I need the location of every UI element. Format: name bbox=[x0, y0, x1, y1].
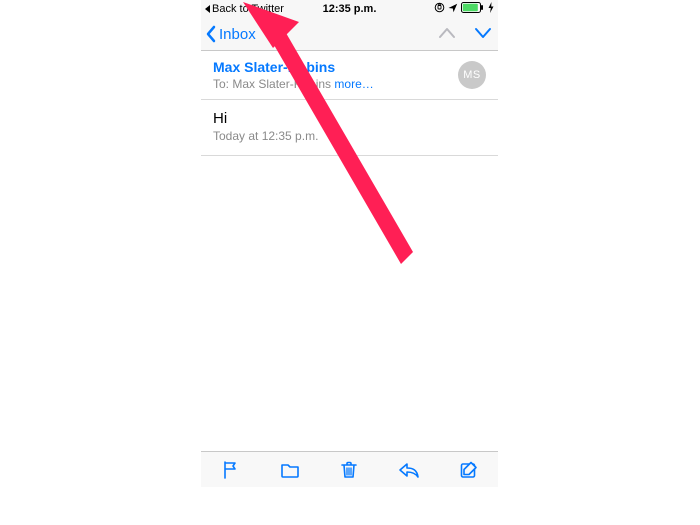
status-time: 12:35 p.m. bbox=[323, 3, 377, 15]
charging-icon bbox=[488, 2, 494, 13]
location-icon bbox=[448, 3, 458, 13]
avatar-initials: MS bbox=[463, 69, 481, 81]
subject-line: Hi bbox=[213, 110, 486, 127]
chevron-left-icon bbox=[205, 25, 217, 43]
phone-screen: Back to Twitter 12:35 p.m. bbox=[201, 0, 498, 525]
email-date: Today at 12:35 p.m. bbox=[213, 129, 486, 143]
back-to-app-label: Back to Twitter bbox=[212, 3, 284, 15]
to-recipient: Max Slater-Robins bbox=[232, 77, 331, 91]
rotation-lock-icon bbox=[434, 2, 445, 13]
battery-icon bbox=[461, 2, 485, 13]
back-button[interactable]: Inbox bbox=[205, 25, 256, 43]
to-label: To: bbox=[213, 77, 229, 91]
nav-bar: Inbox bbox=[201, 20, 498, 51]
compose-button[interactable] bbox=[459, 460, 479, 480]
reply-button[interactable] bbox=[398, 460, 420, 480]
status-icons bbox=[434, 2, 494, 13]
back-to-app-button[interactable]: Back to Twitter bbox=[205, 3, 284, 15]
back-caret-icon bbox=[205, 5, 210, 13]
bottom-toolbar bbox=[201, 451, 498, 487]
to-line: To: Max Slater-Robins more… bbox=[213, 77, 486, 91]
more-recipients-button[interactable]: more… bbox=[334, 77, 373, 91]
previous-message-button[interactable] bbox=[438, 26, 456, 40]
back-label: Inbox bbox=[219, 26, 256, 43]
status-bar: Back to Twitter 12:35 p.m. bbox=[201, 0, 498, 20]
email-body bbox=[201, 156, 498, 498]
flag-button[interactable] bbox=[221, 460, 241, 480]
avatar[interactable]: MS bbox=[458, 61, 486, 89]
delete-button[interactable] bbox=[339, 460, 359, 480]
subject-block: Hi Today at 12:35 p.m. bbox=[201, 100, 498, 156]
next-message-button[interactable] bbox=[474, 26, 492, 40]
email-header: MS Max Slater-Robins To: Max Slater-Robi… bbox=[201, 51, 498, 100]
sender-name[interactable]: Max Slater-Robins bbox=[213, 59, 486, 75]
move-button[interactable] bbox=[280, 460, 300, 480]
